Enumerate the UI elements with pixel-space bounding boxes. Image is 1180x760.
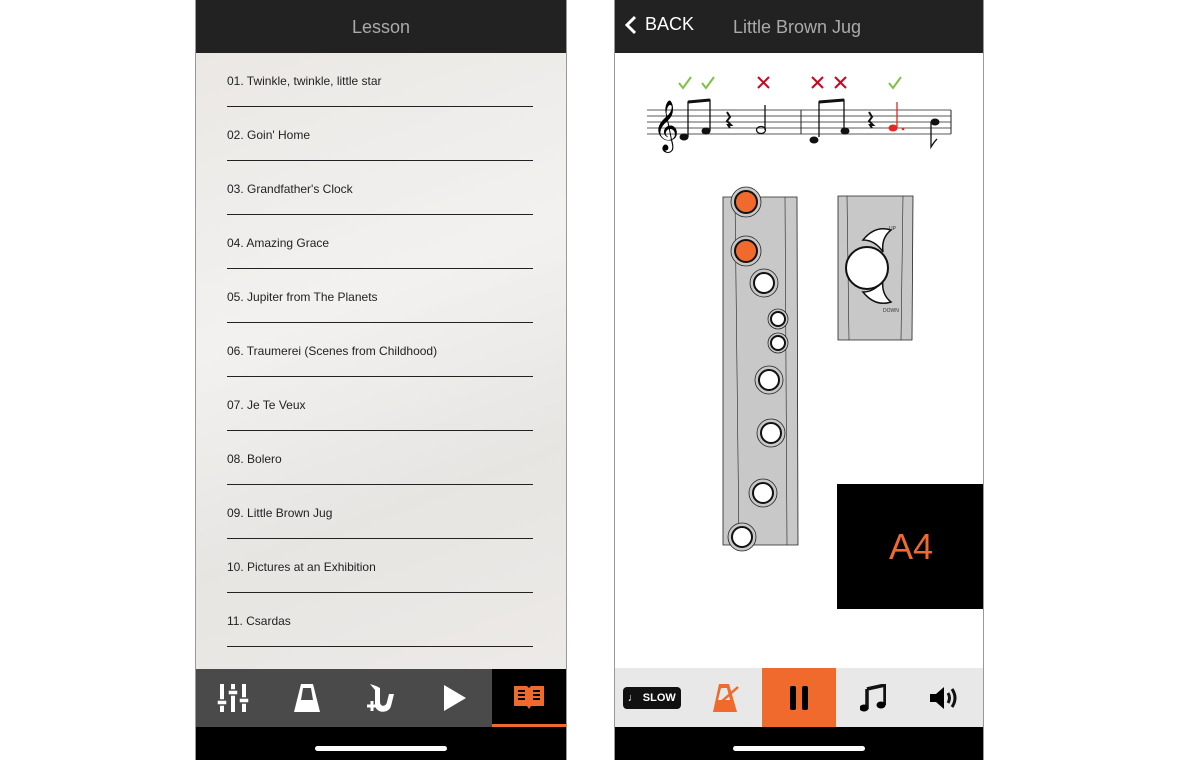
hole-open — [752, 482, 774, 504]
correct-check-icon — [701, 76, 715, 90]
slow-label: SLOW — [642, 691, 676, 704]
tab-play[interactable] — [418, 669, 492, 727]
book-icon — [514, 685, 544, 709]
control-bar: ♩ SLOW — [615, 668, 983, 727]
music-button[interactable] — [836, 668, 910, 727]
song-title: 06. Traumerei (Scenes from Childhood) — [227, 344, 438, 358]
tab-add-instrument[interactable] — [344, 669, 418, 727]
beam — [818, 98, 845, 104]
sheet-music: 𝄞 — [647, 76, 952, 153]
wrong-cross-icon — [834, 76, 847, 89]
song-list[interactable]: 01. Twinkle, twinkle, little star 02. Goi… — [196, 53, 566, 669]
hole-closed — [734, 239, 758, 263]
note-head — [840, 127, 850, 135]
note-head — [930, 118, 940, 126]
down-label: DOWN — [883, 308, 899, 314]
play-icon — [444, 685, 466, 711]
hole-open — [753, 272, 775, 294]
song-item[interactable]: 10. Pictures at an Exhibition — [227, 539, 533, 593]
song-title: 01. Twinkle, twinkle, little star — [227, 74, 382, 88]
page-title: Little Brown Jug — [733, 17, 862, 37]
page-title: Lesson — [351, 17, 411, 37]
song-item[interactable]: 06. Traumerei (Scenes from Childhood) — [227, 323, 533, 377]
header: BACK Little Brown Jug — [615, 0, 983, 53]
rest — [867, 111, 876, 129]
tab-mixer[interactable] — [196, 669, 270, 727]
home-indicator — [615, 727, 983, 760]
speaker-icon — [930, 686, 957, 709]
pause-icon — [789, 685, 808, 710]
song-item[interactable]: 09. Little Brown Jug — [227, 485, 533, 539]
correct-check-icon — [888, 76, 902, 90]
metronome-button[interactable] — [689, 668, 763, 727]
half-note-head — [755, 125, 767, 135]
song-title: 08. Bolero — [227, 452, 282, 466]
note-head — [809, 136, 819, 144]
wrong-cross-icon — [811, 76, 824, 89]
chevron-left-icon — [625, 15, 637, 34]
song-title: 07. Je Te Veux — [227, 398, 306, 412]
hole-open — [758, 369, 780, 391]
song-item[interactable]: 03. Grandfather's Clock — [227, 161, 533, 215]
pause-button[interactable] — [762, 668, 836, 727]
song-item[interactable]: 08. Bolero — [227, 431, 533, 485]
lesson-screen: Lesson 01. Twinkle, twinkle, little star… — [195, 0, 567, 760]
hole-open — [770, 311, 786, 327]
music-note-icon — [859, 683, 886, 711]
hole-open — [760, 422, 782, 444]
song-item[interactable]: 04. Amazing Grace — [227, 215, 533, 269]
current-note-display: A4 — [837, 484, 983, 609]
volume-button[interactable] — [909, 668, 983, 727]
song-title: 09. Little Brown Jug — [227, 506, 333, 520]
song-item[interactable]: 11. Csardas — [227, 593, 533, 647]
note-icon: ♩ — [627, 691, 639, 704]
back-label: BACK — [645, 14, 695, 34]
song-title: 10. Pictures at an Exhibition — [227, 560, 376, 574]
rest — [725, 111, 734, 129]
note-head — [888, 124, 898, 132]
tab-metronome[interactable] — [270, 669, 344, 727]
dot — [901, 127, 905, 131]
tab-lessons[interactable] — [492, 669, 566, 727]
wrong-cross-icon — [757, 76, 770, 89]
note-head — [679, 133, 689, 141]
song-title: 02. Goin' Home — [227, 128, 310, 142]
saxophone-add-icon — [367, 684, 394, 712]
hole-closed — [734, 190, 758, 214]
beam — [687, 98, 711, 104]
note-stem — [930, 122, 938, 150]
song-item[interactable]: 01. Twinkle, twinkle, little star — [227, 53, 533, 107]
back-button[interactable]: BACK — [625, 14, 694, 35]
song-title: 11. Csardas — [227, 614, 291, 628]
song-title: 04. Amazing Grace — [227, 236, 330, 250]
mixer-icon — [217, 684, 249, 712]
song-title: 03. Grandfather's Clock — [227, 182, 353, 196]
song-title: 05. Jupiter from The Planets — [227, 290, 378, 304]
note-head — [701, 127, 711, 135]
home-indicator — [196, 727, 566, 760]
treble-clef: 𝄞 — [653, 100, 679, 153]
hole-open — [770, 335, 786, 351]
song-item[interactable]: 05. Jupiter from The Planets — [227, 269, 533, 323]
hole-open — [731, 526, 753, 548]
metronome-icon — [713, 683, 740, 712]
tab-bar — [196, 669, 566, 727]
up-label: UP — [889, 226, 897, 232]
slow-button[interactable]: ♩ SLOW — [615, 668, 689, 727]
header: Lesson — [196, 0, 566, 53]
practice-screen: BACK Little Brown Jug 𝄞 UP DOWN A4 ♩ SLOW — [614, 0, 984, 760]
octave-thumb-hole — [845, 246, 889, 290]
song-item[interactable]: 02. Goin' Home — [227, 107, 533, 161]
note-stem — [818, 99, 845, 137]
metronome-icon — [294, 684, 320, 712]
correct-check-icon — [678, 76, 692, 90]
song-item[interactable]: 07. Je Te Veux — [227, 377, 533, 431]
